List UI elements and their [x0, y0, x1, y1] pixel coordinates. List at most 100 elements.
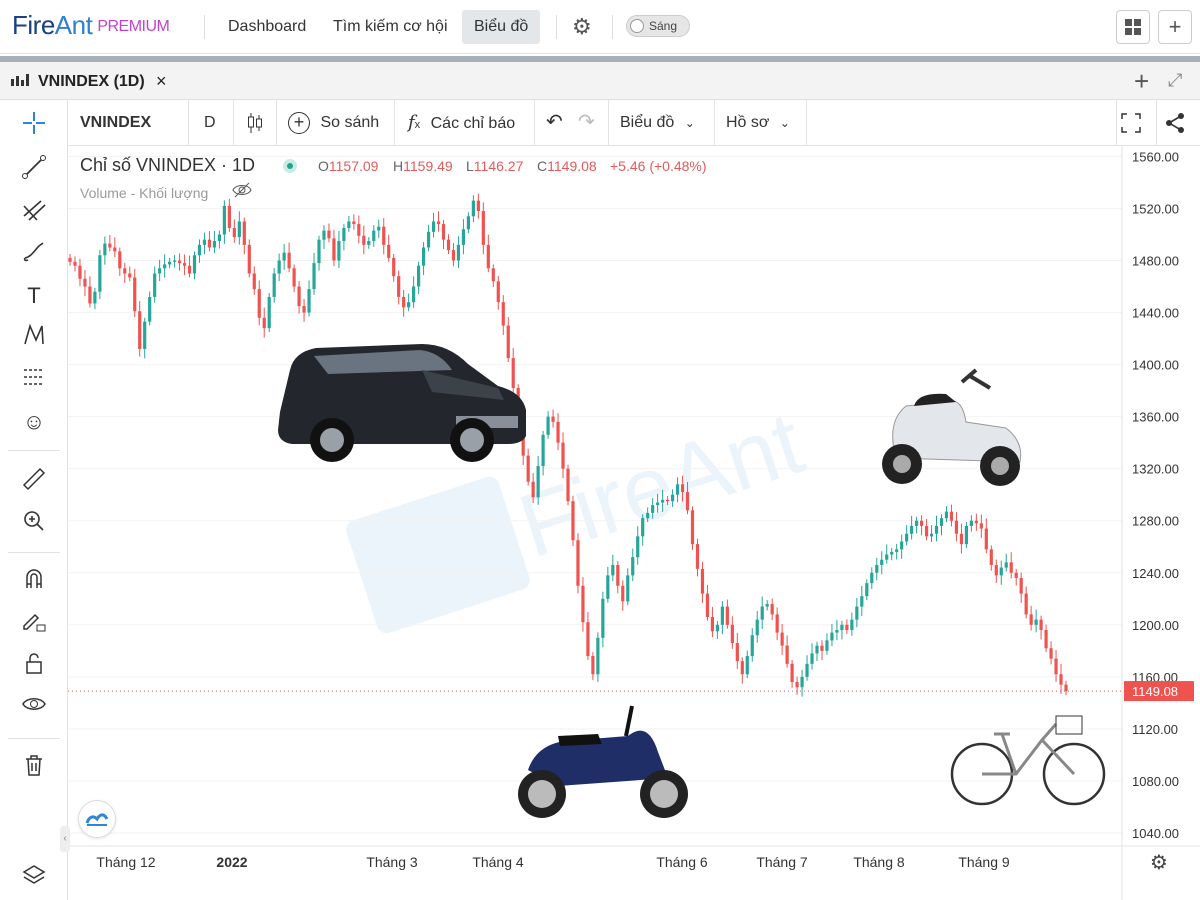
- close-value: 1149.08: [547, 158, 597, 174]
- candle-body: [651, 505, 655, 513]
- candle-body: [332, 238, 336, 261]
- candle-body: [113, 247, 117, 252]
- price-tick-label: 1080.00: [1132, 774, 1179, 789]
- interval-selector[interactable]: D: [204, 100, 216, 145]
- time-axis[interactable]: Tháng 12 2022 Tháng 3 Tháng 4 Tháng 6 Tháng 7…: [68, 845, 1200, 874]
- fireant-logo[interactable]: FireAnt PREMIUM: [12, 10, 170, 41]
- chart-toolbar: VNINDEX D + So sánh fx Các chỉ báo ↶ ↷ B…: [68, 100, 1200, 146]
- candle-body: [153, 273, 157, 297]
- toolbar-divider: [806, 100, 807, 145]
- candle-body: [835, 630, 839, 633]
- candle-body: [944, 511, 949, 519]
- profile-dropdown[interactable]: Hồ sơ ⌄: [726, 100, 790, 145]
- trend-line-icon[interactable]: [18, 154, 50, 186]
- candle-body: [138, 311, 142, 349]
- candle-body: [989, 549, 993, 565]
- candle-body: [471, 200, 475, 217]
- axis-settings-icon[interactable]: ⚙: [1150, 850, 1168, 874]
- candle-body: [287, 252, 291, 269]
- fullscreen-icon[interactable]: [1120, 100, 1142, 145]
- nav-dashboard[interactable]: Dashboard: [216, 10, 318, 44]
- share-icon[interactable]: [1164, 100, 1186, 145]
- undo-icon[interactable]: ↶: [546, 100, 563, 145]
- add-circle-icon: +: [288, 111, 310, 134]
- candle-body: [257, 289, 261, 318]
- symbol-search[interactable]: VNINDEX: [80, 100, 151, 145]
- nav-chart[interactable]: Biểu đồ: [462, 10, 541, 44]
- candle-body: [322, 230, 326, 240]
- candle-body: [88, 286, 92, 304]
- collapse-toolbar-handle[interactable]: ‹: [60, 826, 70, 852]
- unlock-icon[interactable]: [18, 650, 50, 682]
- compare-button[interactable]: + So sánh: [288, 100, 379, 145]
- tradingview-badge[interactable]: [78, 800, 116, 838]
- text-tool-icon[interactable]: T: [18, 280, 50, 312]
- chart-tab-title[interactable]: VNINDEX (1D): [38, 73, 145, 91]
- add-tab-icon[interactable]: +: [1134, 66, 1149, 97]
- redo-icon[interactable]: ↷: [578, 100, 595, 145]
- time-tick-label: Tháng 3: [366, 854, 418, 870]
- legend-low: L1146.27: [466, 158, 523, 174]
- chart-tab-bar: VNINDEX (1D) × + ⤢: [0, 62, 1200, 100]
- candle-body: [78, 265, 82, 279]
- candle-body: [870, 572, 874, 584]
- ruler-icon[interactable]: [18, 466, 50, 498]
- candle-body: [312, 263, 316, 290]
- candle-body: [158, 268, 162, 274]
- lock-drawing-icon[interactable]: [18, 608, 50, 640]
- candle-body: [924, 525, 929, 537]
- candle-body: [247, 244, 251, 274]
- candle-body: [461, 229, 466, 245]
- candle-body: [905, 533, 909, 542]
- prediction-icon[interactable]: [18, 364, 50, 396]
- candle-body: [402, 296, 406, 308]
- candle-body: [382, 226, 386, 245]
- close-icon[interactable]: ×: [156, 71, 167, 92]
- time-tick-label: 2022: [216, 854, 247, 870]
- candle-body: [830, 632, 834, 641]
- magnet-icon[interactable]: [18, 566, 50, 598]
- candle-body: [182, 263, 187, 266]
- candle-body: [999, 567, 1003, 576]
- chevron-down-icon: ⌄: [779, 116, 790, 130]
- toolbar-divider: [394, 100, 395, 145]
- candle-body: [785, 645, 789, 664]
- candle-body: [670, 494, 675, 502]
- eye-off-icon[interactable]: [232, 182, 252, 203]
- bicycle-image: [950, 715, 1106, 806]
- fib-tool-icon[interactable]: [18, 196, 50, 228]
- candle-body: [1044, 630, 1048, 649]
- layout-grid-button[interactable]: [1116, 10, 1150, 44]
- brush-icon[interactable]: [18, 238, 50, 270]
- open-key: O: [318, 158, 329, 174]
- candle-body: [392, 257, 396, 277]
- toolbar-divider: [8, 738, 60, 739]
- compare-label: So sánh: [320, 114, 380, 131]
- price-tick-label: 1480.00: [1132, 253, 1179, 268]
- trash-icon[interactable]: [18, 752, 50, 784]
- expand-icon[interactable]: ⤢: [1168, 70, 1182, 91]
- candle-body: [800, 676, 804, 688]
- premium-badge: PREMIUM: [97, 18, 170, 35]
- nav-opportunity-search[interactable]: Tìm kiếm cơ hội: [321, 10, 460, 44]
- layers-icon[interactable]: [18, 862, 50, 894]
- gear-icon[interactable]: ⚙: [572, 14, 592, 40]
- candle-body: [979, 523, 983, 529]
- candle-body: [695, 544, 700, 569]
- candle-body: [1004, 562, 1008, 568]
- zoom-in-icon[interactable]: [18, 508, 50, 540]
- pattern-icon[interactable]: [18, 322, 50, 354]
- candle-type-icon[interactable]: [246, 100, 264, 145]
- price-tick-label: 1280.00: [1132, 514, 1179, 529]
- visibility-icon[interactable]: [18, 692, 50, 724]
- candle-body: [611, 564, 615, 576]
- candle-body: [397, 276, 401, 297]
- chart-type-dropdown[interactable]: Biểu đồ ⌄: [620, 100, 695, 145]
- indicators-button[interactable]: fx Các chỉ báo: [408, 100, 515, 145]
- candle-body: [715, 624, 719, 632]
- candle-body: [1039, 619, 1043, 631]
- theme-toggle[interactable]: Sáng: [626, 15, 690, 37]
- add-panel-button[interactable]: +: [1158, 10, 1192, 44]
- crosshair-icon[interactable]: [18, 110, 50, 142]
- emoji-icon[interactable]: ☺: [18, 406, 50, 438]
